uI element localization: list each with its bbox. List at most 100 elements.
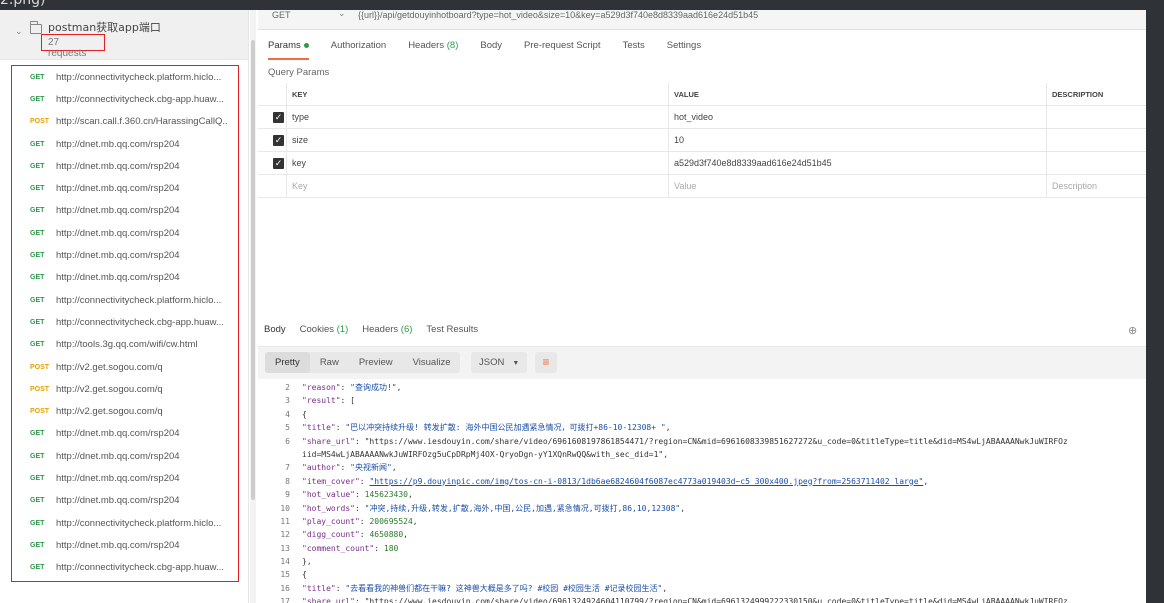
chevron-down-icon[interactable]: ⌄ [338,8,346,19]
code-line: 12 "digg_count": 4650880, [258,528,1146,541]
request-item[interactable]: GET http://dnet.mb.qq.com/rsp204 [12,534,238,556]
language-select[interactable]: JSON ▼ [471,352,527,373]
line-text: { [302,409,307,419]
method-badge: GET [30,73,45,81]
request-url: http://connectivitycheck.cbg-app.huaw... [56,316,224,328]
checkbox-checked-icon[interactable]: ✓ [273,158,284,169]
request-item[interactable]: GET http://dnet.mb.qq.com/rsp204 [12,267,238,289]
method-badge: GET [30,140,45,148]
param-value[interactable]: a529d3f740e8d8339aad616e24d51b45 [669,152,1047,175]
request-item[interactable]: POST http://v2.get.sogou.com/q [12,400,238,422]
format-group: Pretty Raw Preview Visualize [265,352,461,373]
request-item[interactable]: GET http://connectivitycheck.cbg-app.huaw… [12,311,238,333]
query-params-title: Query Params [268,67,330,78]
tab-headers[interactable]: Headers (8) [408,40,458,60]
key-input[interactable]: Key [287,175,669,198]
value-input[interactable]: Value [669,175,1047,198]
request-item[interactable]: GET http://dnet.mb.qq.com/rsp204 [12,490,238,512]
request-url: http://dnet.mb.qq.com/rsp204 [56,160,180,172]
param-value[interactable]: 10 [669,129,1047,152]
format-visualize[interactable]: Visualize [403,352,461,373]
format-preview[interactable]: Preview [349,352,403,373]
checkbox-checked-icon[interactable]: ✓ [273,112,284,123]
request-item[interactable]: GET http://dnet.mb.qq.com/rsp204 [12,423,238,445]
param-description[interactable] [1047,106,1146,129]
tab-params[interactable]: Params [268,40,309,60]
request-url: http://connectivitycheck.cbg-app.huaw... [56,93,224,105]
request-item[interactable]: GET http://dnet.mb.qq.com/rsp204 [12,222,238,244]
request-item[interactable]: GET http://dnet.mb.qq.com/rsp204 [12,244,238,266]
method-badge: GET [30,252,45,260]
response-tab-test-results[interactable]: Test Results [426,324,478,335]
request-item[interactable]: GET http://dnet.mb.qq.com/rsp204 [12,155,238,177]
request-item[interactable]: GEThttp://connectivitycheck.platform.hic… [12,579,238,581]
request-item[interactable]: GET http://connectivitycheck.cbg-app.huaw… [12,88,238,110]
param-key[interactable]: key [287,152,669,175]
request-item[interactable]: GEThttp://connectivitycheck.platform.hic… [12,66,238,88]
checkbox-checked-icon[interactable]: ✓ [273,135,284,146]
request-item[interactable]: POST http://scan.call.f.360.cn/HarassingC… [12,111,238,133]
method-badge: POST [30,118,50,126]
request-item[interactable]: GET http://dnet.mb.qq.com/rsp204 [12,200,238,222]
code-line: 13 "comment_count": 180 [258,542,1146,555]
tab-count: (6) [398,324,413,335]
request-item[interactable]: POST http://v2.get.sogou.com/q [12,378,238,400]
request-tabs: Params Authorization Headers (8) Body Pre-re… [268,40,723,60]
code-line: 3 "result": [ [258,394,1146,407]
tab-label: Body [480,40,503,51]
format-pretty[interactable]: Pretty [265,352,310,373]
code-line: 14 }, [258,555,1146,568]
description-input[interactable]: Description [1047,175,1146,198]
param-description[interactable] [1047,129,1146,152]
tab-authorization[interactable]: Authorization [331,40,386,60]
format-raw[interactable]: Raw [310,352,349,373]
method-select[interactable]: GET [272,10,291,20]
param-key[interactable]: size [287,129,669,152]
param-value[interactable]: hot_video [669,106,1047,129]
tab-count: (8) [444,40,459,51]
request-item[interactable]: GET http://connectivitycheck.cbg-app.huaw… [12,557,238,579]
tab-label: Params [268,40,301,51]
method-badge: GET [30,207,45,215]
method-badge: POST [30,363,50,371]
response-tab-headers[interactable]: Headers (6) [362,324,412,335]
response-tab-body[interactable]: Body [264,324,286,335]
method-badge: GET [30,541,45,549]
chevron-down-icon[interactable]: ⌄ [15,26,23,36]
request-url: http://v2.get.sogou.com/q [56,406,163,418]
tab-pre-request-script[interactable]: Pre-request Script [524,40,601,60]
line-number: 6 [285,436,290,446]
url-input[interactable]: {{url}}/api/getdouyinhotboard?type=hot_v… [358,10,758,20]
request-item[interactable]: GET http://dnet.mb.qq.com/rsp204 [12,445,238,467]
request-item[interactable]: GET http://dnet.mb.qq.com/rsp204 [12,467,238,489]
tab-body[interactable]: Body [480,40,502,60]
params-rows: ✓ type hot_video ✓ size 10 ✓ key a529d3f740e8d83… [258,106,1146,175]
line-number: 9 [285,490,290,500]
line-number: 11 [280,516,290,526]
tab-tests[interactable]: Tests [623,40,645,60]
sidebar-scrollbar[interactable] [250,10,256,603]
tab-label: Pre-request Script [524,40,601,51]
tab-label: Headers [362,324,399,335]
check-cell: ✓ [258,129,287,152]
method-badge: GET [30,519,45,527]
request-item[interactable]: GEThttp://connectivitycheck.platform.hic… [12,512,238,534]
collection-header[interactable]: ⌄ postman获取app端口 27 requests [0,10,248,60]
response-tab-cookies[interactable]: Cookies (1) [300,324,349,335]
line-text: iid=MS4wLjABAAAANwkJuWIRFOzg5uCpDRpMj4OX… [302,449,669,459]
tab-settings[interactable]: Settings [667,40,701,60]
code-line: 7 "author": "央视新闻", [258,461,1146,474]
request-item[interactable]: GEThttp://connectivitycheck.platform.hic… [12,289,238,311]
request-item[interactable]: GET http://dnet.mb.qq.com/rsp204 [12,133,238,155]
scrollbar-thumb[interactable] [251,40,255,500]
param-key[interactable]: type [287,106,669,129]
param-description[interactable] [1047,152,1146,175]
wrap-lines-icon[interactable]: ≡ [535,352,557,373]
globe-icon[interactable]: ⊕ [1128,324,1137,337]
request-item[interactable]: POST http://v2.get.sogou.com/q [12,356,238,378]
request-item[interactable]: GET http://dnet.mb.qq.com/rsp204 [12,177,238,199]
request-url: http://dnet.mb.qq.com/rsp204 [56,272,180,284]
line-text: "comment_count": 180 [302,543,399,553]
request-item[interactable]: GET http://tools.3g.qq.com/wifi/cw.html [12,334,238,356]
code-line: 17 "share_url": "https://www.iesdouyin.c… [258,595,1146,603]
